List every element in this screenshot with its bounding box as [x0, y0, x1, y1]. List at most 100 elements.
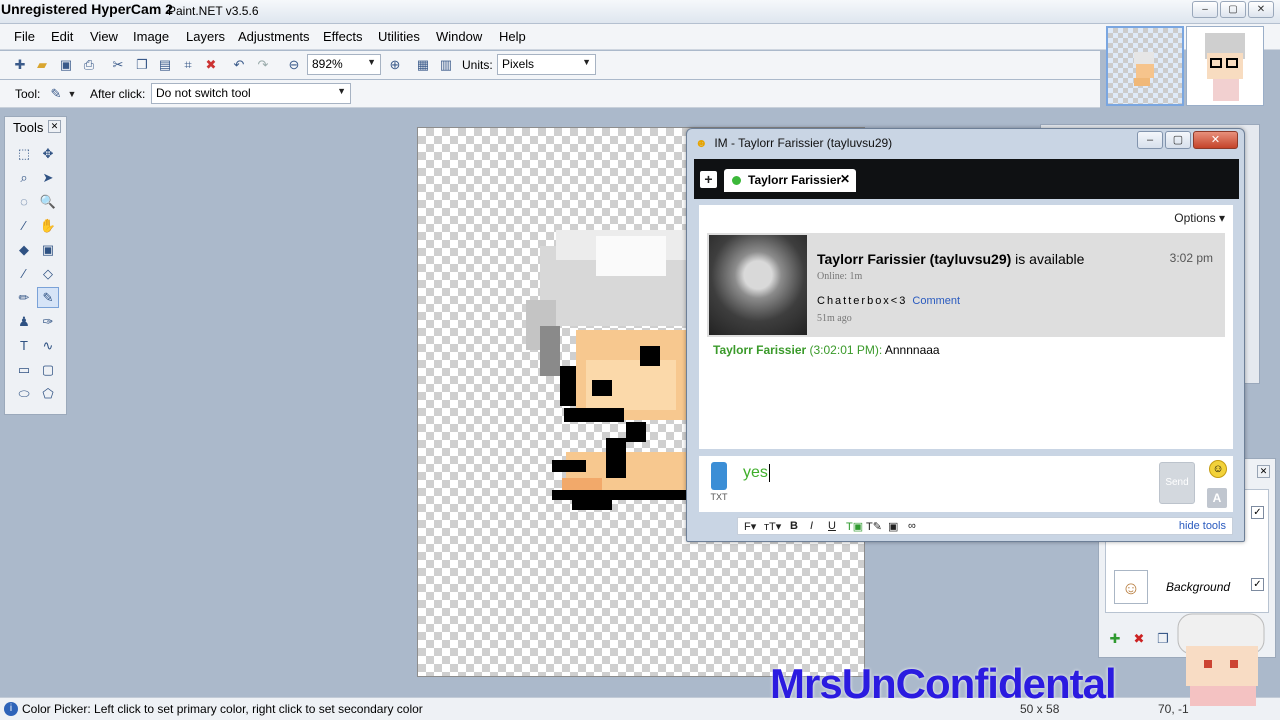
close-icon[interactable]: ✕ [48, 120, 61, 133]
close-icon[interactable]: ✕ [1257, 465, 1270, 478]
menu-view[interactable]: View [90, 29, 118, 44]
im-close-button[interactable]: ✕ [1193, 131, 1238, 149]
menu-layers[interactable]: Layers [186, 29, 225, 44]
chevron-down-icon[interactable]: ▼ [64, 86, 80, 102]
text-color-icon[interactable]: T▣ [846, 520, 863, 533]
undo-icon[interactable]: ↶ [231, 57, 247, 73]
contact-photo[interactable] [709, 235, 807, 335]
rounded-rectangle-icon[interactable]: ▢ [37, 359, 59, 380]
pan-icon[interactable]: ✋ [37, 215, 59, 236]
card-time: 3:02 pm [1169, 251, 1213, 265]
rectangle-icon[interactable]: ▭ [13, 359, 35, 380]
freeform-shape-icon[interactable]: ⬠ [37, 383, 59, 404]
redo-icon[interactable]: ↷ [255, 57, 271, 73]
line-curve-icon[interactable]: ∿ [37, 335, 59, 356]
menu-help[interactable]: Help [499, 29, 526, 44]
print-icon[interactable]: ⎙ [81, 57, 97, 73]
window-controls: – ▢ ✕ [1192, 1, 1274, 18]
ellipse-icon[interactable]: ⬭ [13, 383, 35, 404]
rectangle-select-icon[interactable]: ⬚ [13, 143, 35, 164]
insert-image-icon[interactable]: ▣ [888, 520, 898, 533]
units-combo[interactable]: Pixels ▼ [497, 54, 596, 75]
color-picker-icon[interactable]: ✎ [37, 287, 59, 308]
new-file-icon[interactable]: ✚ [12, 57, 28, 73]
font-style-button[interactable]: A [1207, 488, 1227, 508]
open-folder-icon[interactable]: ▰ [34, 57, 50, 73]
bold-icon[interactable]: B [790, 520, 798, 532]
layer-visibility-checkbox[interactable]: ✓ [1251, 578, 1264, 591]
sms-button[interactable]: TXT [707, 462, 731, 506]
comment-link[interactable]: Comment [912, 295, 960, 307]
app-title: Paint.NET v3.5.6 [168, 4, 259, 18]
minimize-button[interactable]: – [1192, 1, 1218, 18]
info-icon: i [4, 702, 18, 716]
menu-image[interactable]: Image [133, 29, 169, 44]
zoom-out-icon[interactable]: ⊖ [286, 57, 302, 73]
lasso-select-icon[interactable]: ⌕ [13, 167, 35, 188]
menu-utilities[interactable]: Utilities [378, 29, 420, 44]
send-button[interactable]: Send [1159, 462, 1195, 504]
highlight-icon[interactable]: T✎ [866, 520, 882, 533]
emoticon-icon[interactable]: ☺ [1209, 460, 1227, 478]
message-input[interactable]: yes [739, 460, 1159, 508]
text-caret [768, 464, 770, 482]
im-tab-bar: + Taylorr Farissier ✕ [694, 159, 1239, 199]
text-icon[interactable]: T [13, 335, 35, 356]
image-tab-thumbnail-active[interactable] [1106, 26, 1184, 106]
tab-label: Taylorr Farissier [748, 173, 842, 187]
status-text: Chatterbox<3 [817, 295, 908, 307]
paintbrush-icon[interactable]: ∕ [13, 263, 35, 284]
im-title-text: IM - Taylorr Farissier (tayluvsu29) [714, 136, 893, 150]
crop-icon[interactable]: ⌗ [180, 57, 196, 73]
close-tab-icon[interactable]: ✕ [840, 172, 850, 186]
ruler-icon[interactable]: ▥ [438, 57, 454, 73]
zoom-icon[interactable]: 🔍 [37, 191, 59, 212]
menu-edit[interactable]: Edit [51, 29, 73, 44]
eraser-icon[interactable]: ◇ [37, 263, 59, 284]
paste-icon[interactable]: ▤ [157, 57, 173, 73]
status-text: Color Picker: Left click to set primary … [22, 702, 423, 716]
image-tab-thumbnail[interactable] [1186, 26, 1264, 106]
pencil-icon[interactable]: ✏ [13, 287, 35, 308]
im-maximize-button[interactable]: ▢ [1165, 131, 1191, 149]
recolor-icon[interactable]: ✑ [37, 311, 59, 332]
font-size-icon[interactable]: тT▾ [764, 520, 781, 533]
grid-icon[interactable]: ▦ [415, 57, 431, 73]
menu-effects[interactable]: Effects [323, 29, 363, 44]
add-layer-icon[interactable]: ✚ [1107, 631, 1123, 647]
close-button[interactable]: ✕ [1248, 1, 1274, 18]
color-picker-icon[interactable]: ✎ [48, 86, 64, 102]
italic-icon[interactable]: I [810, 520, 813, 532]
underline-icon[interactable]: U [828, 520, 836, 532]
im-minimize-button[interactable]: – [1137, 131, 1163, 149]
insert-link-icon[interactable]: ∞ [908, 520, 916, 532]
layer-row[interactable]: ☺ Background ✓ [1110, 566, 1266, 610]
menu-adjustments[interactable]: Adjustments [238, 29, 310, 44]
add-tab-icon[interactable]: + [700, 171, 717, 188]
gradient-icon[interactable]: ▣ [37, 239, 59, 260]
menu-file[interactable]: File [14, 29, 35, 44]
zoom-combo[interactable]: 892% ▼ [307, 54, 381, 75]
move-selection-icon[interactable]: ➤ [37, 167, 59, 188]
clone-stamp-icon[interactable]: ♟ [13, 311, 35, 332]
save-icon[interactable]: ▣ [58, 57, 74, 73]
zoom-in-icon[interactable]: ⊕ [387, 57, 403, 73]
maximize-button[interactable]: ▢ [1220, 1, 1246, 18]
hide-tools-link[interactable]: hide tools [1179, 520, 1226, 532]
magic-wand-icon[interactable]: ⁄ [13, 215, 35, 236]
after-click-combo[interactable]: Do not switch tool ▼ [151, 83, 351, 104]
conversation-tab[interactable]: Taylorr Farissier ✕ [724, 169, 856, 192]
layer-visibility-checkbox[interactable]: ✓ [1251, 506, 1264, 519]
move-selected-icon[interactable]: ✥ [37, 143, 59, 164]
cut-icon[interactable]: ✂ [110, 57, 126, 73]
copy-icon[interactable]: ❐ [134, 57, 150, 73]
contact-card: Taylorr Farissier (tayluvsu29) is availa… [707, 233, 1225, 337]
tools-window: Tools ✕ ⬚ ✥ ⌕ ➤ ◌ 🔍 ⁄ ✋ ◆ ▣ ∕ ◇ ✏ ✎ ♟ ✑ … [4, 116, 67, 415]
menu-window[interactable]: Window [436, 29, 482, 44]
paint-bucket-icon[interactable]: ◆ [13, 239, 35, 260]
deselect-icon[interactable]: ✖ [203, 57, 219, 73]
ellipse-select-icon[interactable]: ◌ [13, 191, 35, 212]
font-family-icon[interactable]: F▾ [744, 520, 756, 533]
delete-layer-icon[interactable]: ✖ [1131, 631, 1147, 647]
options-menu[interactable]: Options ▾ [1174, 211, 1225, 225]
